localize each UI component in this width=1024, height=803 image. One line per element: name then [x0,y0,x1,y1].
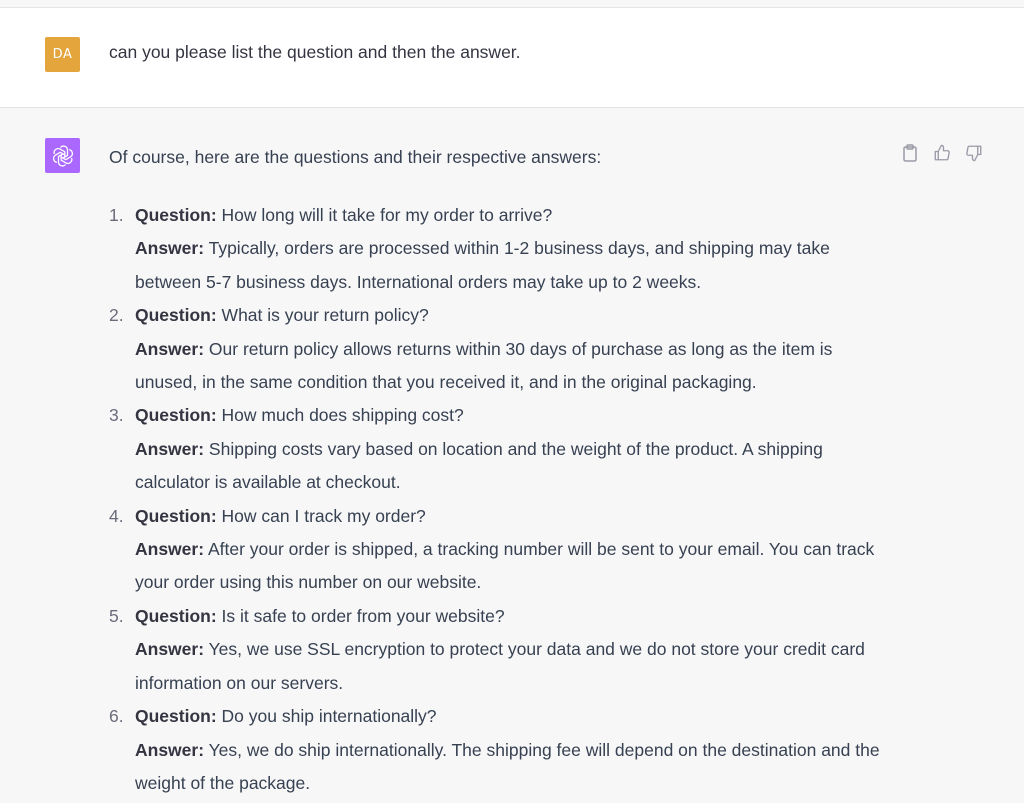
answer-line: Answer: Yes, we use SSL encryption to pr… [135,633,899,700]
question-text: How can I track my order? [221,505,426,526]
question-label: Question: [135,205,217,225]
thumbs-up-button[interactable] [932,143,952,163]
user-message-text: can you please list the question and the… [109,42,521,62]
answer-line: Answer: After your order is shipped, a t… [135,533,899,600]
question-line: Question: What is your return policy? [135,299,899,332]
list-item: 3. Question: How much does shipping cost… [109,399,899,499]
thumbs-down-icon [966,145,982,162]
list-number: 3. [109,405,124,426]
copy-button[interactable] [900,143,920,163]
question-line: Question: How can I track my order? [135,500,899,533]
question-line: Question: How much does shipping cost? [135,399,899,432]
assistant-intro-text: Of course, here are the questions and th… [109,147,602,167]
question-line: Question: Is it safe to order from your … [135,600,899,633]
question-text: How much does shipping cost? [221,405,464,426]
answer-label: Answer: [135,438,205,459]
answer-text: After your order is shipped, a tracking … [135,539,875,593]
list-number: 6. [109,706,124,727]
question-text: How long will it take for my order to ar… [221,205,553,225]
question-text: Is it safe to order from your website? [221,605,505,626]
question-label: Question: [135,706,217,727]
answer-text: Typically, orders are processed within 1… [135,238,830,292]
openai-logo-icon [52,144,73,167]
question-text: Do you ship internationally? [221,706,437,727]
answer-text: Our return policy allows returns within … [135,338,833,393]
assistant-message: Of course, here are the questions and th… [0,109,1024,803]
answer-label: Answer: [135,739,205,760]
user-avatar: DA [45,37,80,72]
list-item: 5. Question: Is it safe to order from yo… [109,600,899,700]
answer-text: Yes, we do ship internationally. The shi… [135,739,880,793]
question-label: Question: [135,605,217,626]
question-label: Question: [135,405,217,426]
list-item: 4. Question: How can I track my order? A… [109,500,899,600]
answer-line: Answer: Typically, orders are processed … [135,232,899,299]
list-item: 6. Question: Do you ship internationally… [109,700,899,800]
answer-line: Answer: Shipping costs vary based on loc… [135,433,899,500]
answer-text: Yes, we use SSL encryption to protect yo… [135,639,865,693]
answer-label: Answer: [135,338,205,359]
answer-text: Shipping costs vary based on location an… [135,438,823,493]
answer-label: Answer: [135,238,205,259]
assistant-avatar [45,138,80,173]
list-number: 1. [109,205,124,225]
question-text: What is your return policy? [221,305,429,326]
thumbs-up-icon [934,144,950,161]
list-item: 2. Question: What is your return policy?… [109,299,899,399]
list-item: 1. Question: How long will it take for m… [109,199,899,299]
question-line: Question: How long will it take for my o… [135,199,899,232]
question-line: Question: Do you ship internationally? [135,700,899,733]
user-message: DA can you please list the question and … [0,8,1024,108]
list-number: 5. [109,605,124,626]
thumbs-down-button[interactable] [964,143,984,163]
list-number: 2. [109,305,124,326]
answer-line: Answer: Yes, we do ship internationally.… [135,734,899,801]
answer-line: Answer: Our return policy allows returns… [135,333,899,400]
list-number: 4. [109,505,124,526]
qa-list: 1. Question: How long will it take for m… [109,199,899,800]
answer-label: Answer: [135,639,205,660]
question-label: Question: [135,505,217,526]
question-label: Question: [135,305,217,326]
message-actions [900,143,984,163]
answer-label: Answer: [135,539,205,560]
clipboard-icon [903,144,917,162]
